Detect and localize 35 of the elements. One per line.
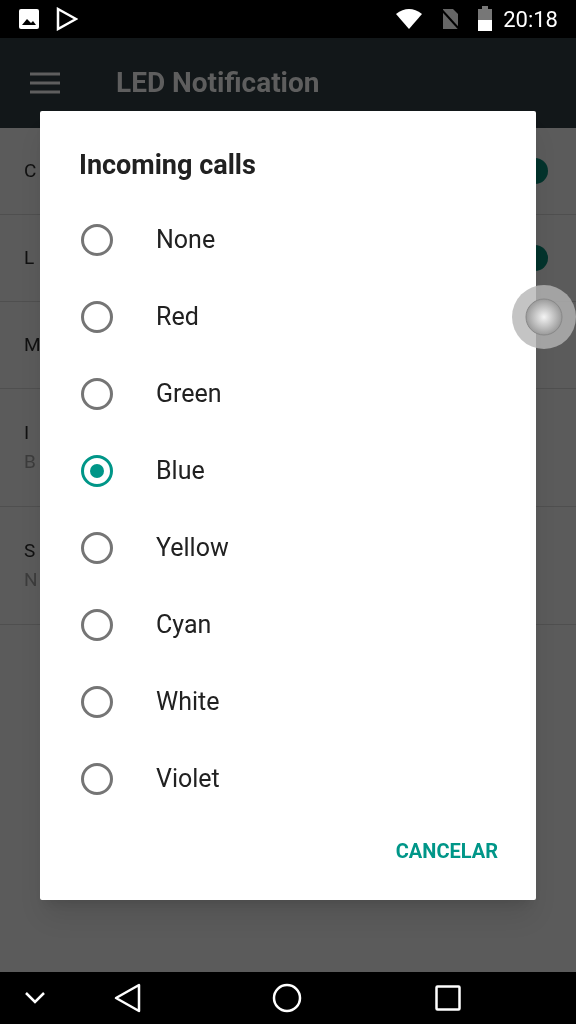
row-title: L (24, 244, 35, 271)
menu-icon[interactable] (30, 72, 60, 94)
row-title: I (24, 420, 31, 446)
option-label[interactable]: Green (156, 375, 222, 413)
radio-button[interactable] (81, 224, 113, 256)
option-label[interactable]: Blue (156, 452, 205, 490)
radio-button[interactable] (81, 686, 113, 718)
row-title: S (24, 538, 37, 564)
recents-icon[interactable] (435, 985, 461, 1011)
option-label[interactable]: Red (156, 298, 199, 336)
image-icon (18, 8, 40, 30)
radio-button[interactable] (81, 763, 113, 795)
option-label[interactable]: Violet (156, 760, 220, 798)
clock: 20:18 (503, 5, 558, 34)
radio-button[interactable] (81, 455, 113, 487)
option-label[interactable]: Yellow (156, 529, 229, 567)
floating-ball-icon[interactable] (512, 285, 576, 349)
chevron-down-icon[interactable] (24, 991, 46, 1005)
option-label[interactable]: White (156, 683, 220, 721)
row-title: C (24, 157, 37, 184)
cancel-button[interactable]: CANCELAR (387, 830, 506, 872)
radio-button[interactable] (81, 301, 113, 333)
radio-button[interactable] (81, 609, 113, 641)
row-title: M (24, 331, 41, 358)
wifi-icon (395, 8, 424, 30)
option-label[interactable]: Cyan (156, 606, 212, 644)
battery-icon (477, 6, 494, 32)
play-icon (56, 7, 78, 31)
home-icon[interactable] (272, 983, 302, 1013)
option-label[interactable]: None (156, 221, 216, 259)
radio-button[interactable] (81, 532, 113, 564)
app-title: LED Notification (116, 65, 320, 101)
back-icon[interactable] (114, 983, 142, 1013)
radio-button[interactable] (81, 378, 113, 410)
dialog-title: Incoming calls (79, 148, 256, 183)
